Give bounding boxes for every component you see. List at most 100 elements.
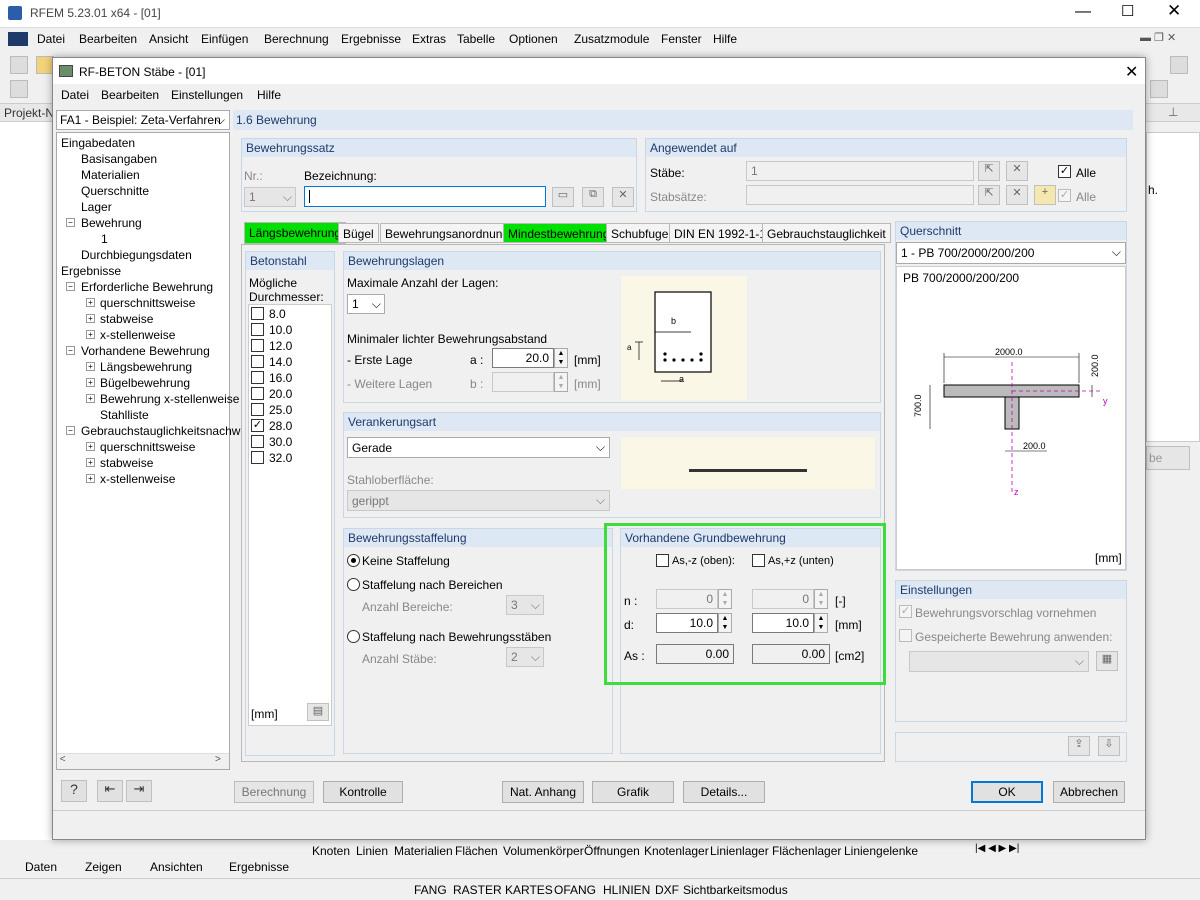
tree-stabweise-2[interactable]: stabweise [100, 456, 153, 470]
tree-eingabedaten[interactable]: Eingabedaten [61, 136, 135, 150]
diameter-checkbox[interactable] [251, 387, 264, 400]
diameter-checkbox-checked[interactable]: ✓ [251, 419, 264, 432]
bottom-tab-flaechen[interactable]: Flächen [455, 844, 498, 858]
tree-querschnittsweise[interactable]: querschnittsweise [100, 296, 195, 310]
tree-expand-icon[interactable]: + [86, 298, 95, 307]
tree-expand-icon[interactable]: − [66, 426, 75, 435]
new-stabsatz-icon[interactable]: + [1034, 185, 1056, 205]
bottom-tab-oeffnungen[interactable]: Öffnungen [584, 844, 640, 858]
menu-optionen[interactable]: Optionen [509, 32, 558, 46]
status-hlinien[interactable]: HLINIEN [603, 883, 650, 897]
delete-set-icon[interactable]: ✕ [612, 187, 634, 207]
bezeichnung-input[interactable] [304, 186, 546, 207]
abstand-a-input[interactable]: 20.0 [492, 348, 554, 368]
tree-laengsbewehrung[interactable]: Längsbewehrung [100, 360, 192, 374]
export-data-icon[interactable]: ⇥ [126, 780, 152, 802]
menu-einfuegen[interactable]: Einfügen [201, 32, 248, 46]
select-pointer-icon[interactable]: ⇱ [978, 185, 1000, 205]
tree-lager[interactable]: Lager [81, 200, 112, 214]
tree-expand-icon[interactable]: − [66, 346, 75, 355]
bottom-tab-volumenkoerper[interactable]: Volumenkörper [503, 844, 584, 858]
tree-bewehrung-x[interactable]: Bewehrung x-stellenweise [100, 392, 239, 406]
status-dxf[interactable]: DXF [655, 883, 679, 897]
abbrechen-button[interactable]: Abbrechen [1053, 781, 1125, 803]
tree-buegelbewehrung[interactable]: Bügelbewehrung [100, 376, 190, 390]
tree-expand-icon[interactable]: + [86, 314, 95, 323]
tab-din[interactable]: DIN EN 1992-1-1 [669, 223, 771, 243]
tab-schubfuge[interactable]: Schubfuge [606, 223, 673, 243]
close-app-icon[interactable]: ✕ [1167, 1, 1181, 21]
tree-expand-icon[interactable]: + [86, 442, 95, 451]
tree-expand-icon[interactable]: − [66, 218, 75, 227]
tree-basisangaben[interactable]: Basisangaben [81, 152, 157, 166]
menu-extras[interactable]: Extras [412, 32, 446, 46]
tree-bewehrung[interactable]: Bewehrung [81, 216, 142, 230]
menu-berechnung[interactable]: Berechnung [264, 32, 329, 46]
tree-bewehrung-1[interactable]: 1 [101, 232, 108, 246]
dlg-menu-bearbeiten[interactable]: Bearbeiten [101, 88, 159, 102]
menu-ergebnisse[interactable]: Ergebnisse [341, 32, 401, 46]
new-set-icon[interactable]: ▭ [552, 187, 574, 207]
diameter-checkbox[interactable] [251, 435, 264, 448]
tree-expand-icon[interactable]: − [66, 282, 75, 291]
tree-ergebnisse[interactable]: Ergebnisse [61, 264, 121, 278]
tree-durchbiegung[interactable]: Durchbiegungsdaten [81, 248, 192, 262]
toolbar-icon[interactable] [1170, 56, 1188, 74]
diameter-checkbox[interactable] [251, 403, 264, 416]
tree-expand-icon[interactable]: + [86, 474, 95, 483]
bottom-tab-knoten[interactable]: Knoten [312, 844, 350, 858]
tab-laengsbewehrung[interactable]: Längsbewehrung [244, 222, 346, 244]
menu-datei[interactable]: Datei [37, 32, 65, 46]
tree-materialien[interactable]: Materialien [81, 168, 140, 182]
verankerungsart-select[interactable]: Gerade ⌵ [347, 437, 610, 458]
menu-bearbeiten[interactable]: Bearbeiten [79, 32, 137, 46]
delete-icon[interactable]: ✕ [1006, 185, 1028, 205]
bottom-tab-knotenlager[interactable]: Knotenlager [644, 844, 709, 858]
tree-gebrauchstauglichkeit[interactable]: Gebrauchstauglichkeitsnachwei [81, 424, 250, 438]
diameter-checkbox[interactable] [251, 451, 264, 464]
bottom-tab-linien[interactable]: Linien [356, 844, 388, 858]
toolbar-icon[interactable] [10, 56, 28, 74]
menu-hilfe[interactable]: Hilfe [713, 32, 737, 46]
bottom-tab-linienlager[interactable]: Linienlager [710, 844, 769, 858]
nav-tab-ergebnisse[interactable]: Ergebnisse [229, 860, 289, 874]
tab-bewehrungsanordnung[interactable]: Bewehrungsanordnung [380, 223, 514, 243]
help-icon[interactable]: ? [61, 780, 87, 802]
export-icon[interactable]: ⇪ [1068, 736, 1090, 756]
tab-gebrauchstauglichkeit[interactable]: Gebrauchstauglichkeit [762, 223, 891, 243]
import-icon[interactable]: ⇩ [1098, 736, 1120, 756]
load-case-select[interactable]: FA1 - Beispiel: Zeta-Verfahren ⌵ [56, 110, 230, 130]
bottom-tab-flaechenlager[interactable]: Flächenlager [772, 844, 841, 858]
bottom-tab-materialien[interactable]: Materialien [394, 844, 453, 858]
tree-hscrollbar[interactable]: <> [57, 753, 229, 769]
tree-x-stellenweise[interactable]: x-stellenweise [100, 328, 175, 342]
tree-stahlliste[interactable]: Stahlliste [100, 408, 149, 422]
tab-mindestbewehrung[interactable]: Mindestbewehrung [503, 223, 614, 243]
menu-ansicht[interactable]: Ansicht [149, 32, 188, 46]
dlg-menu-datei[interactable]: Datei [61, 88, 89, 102]
tree-expand-icon[interactable]: + [86, 378, 95, 387]
mdi-controls-icon[interactable]: ▬ ❐ ✕ [1140, 31, 1176, 44]
tree-erforderliche[interactable]: Erforderliche Bewehrung [81, 280, 213, 294]
tab-buegel[interactable]: Bügel [338, 223, 379, 243]
select-pointer-icon[interactable]: ⇱ [978, 161, 1000, 181]
menu-zusatzmodule[interactable]: Zusatzmodule [574, 32, 649, 46]
ok-button[interactable]: OK [971, 781, 1043, 803]
tree-querschnittsweise-2[interactable]: querschnittsweise [100, 440, 195, 454]
alle-checkbox[interactable]: ✓ [1058, 165, 1071, 178]
diameter-checkbox[interactable] [251, 323, 264, 336]
status-kartes[interactable]: KARTES [505, 883, 553, 897]
pin-icon[interactable]: ⊥ [1168, 105, 1178, 119]
diameter-checkbox[interactable] [251, 371, 264, 384]
nav-tab-zeigen[interactable]: Zeigen [85, 860, 122, 874]
status-fang[interactable]: FANG [414, 883, 447, 897]
dlg-menu-einstellungen[interactable]: Einstellungen [171, 88, 243, 102]
kontrolle-button[interactable]: Kontrolle [323, 781, 403, 803]
menu-fenster[interactable]: Fenster [661, 32, 702, 46]
tree-vorhandene[interactable]: Vorhandene Bewehrung [81, 344, 210, 358]
nav-tab-ansichten[interactable]: Ansichten [150, 860, 203, 874]
copy-set-icon[interactable]: ⧉ [582, 187, 604, 207]
tree-stabweise[interactable]: stabweise [100, 312, 153, 326]
tree-x-stellenweise-2[interactable]: x-stellenweise [100, 472, 175, 486]
edit-list-icon[interactable]: ▤ [307, 703, 329, 721]
